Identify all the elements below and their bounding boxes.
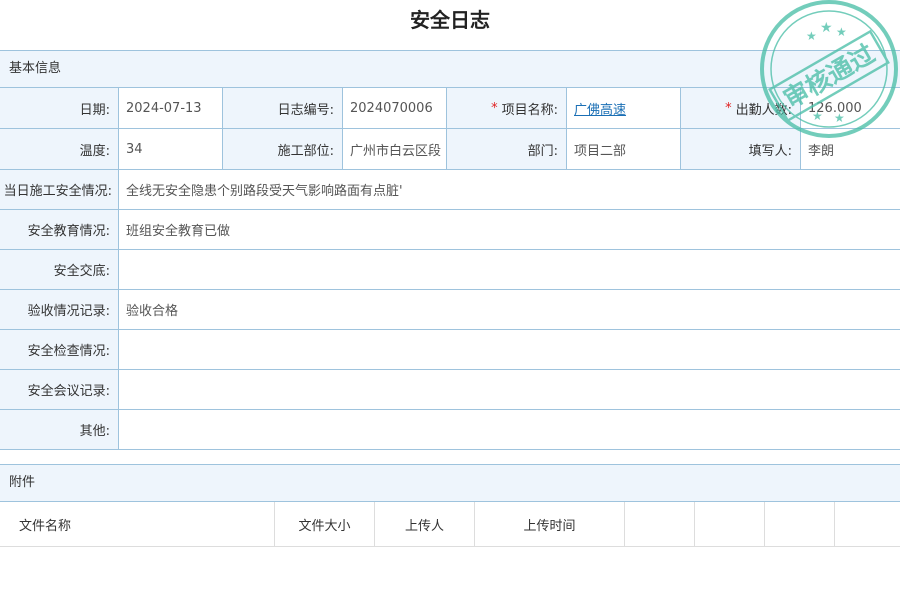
education-label: 安全教育情况:: [0, 210, 119, 249]
acceptance-value[interactable]: 验收合格: [119, 290, 900, 329]
svg-text:★: ★: [836, 25, 847, 39]
form-row-other: 其他:: [0, 410, 900, 450]
situation-label: 当日施工安全情况:: [0, 170, 119, 209]
log-no-label: 日志编号:: [223, 88, 343, 128]
required-mark: *: [491, 100, 498, 116]
column-upload-time[interactable]: 上传时间: [475, 502, 625, 546]
temperature-label: 温度:: [0, 129, 119, 169]
log-no-value[interactable]: 2024070006: [343, 88, 447, 128]
svg-text:★: ★: [820, 20, 833, 36]
date-label: 日期:: [0, 88, 119, 128]
project-value[interactable]: 广佛高速: [567, 88, 681, 128]
date-value[interactable]: 2024-07-13: [119, 88, 223, 128]
svg-text:★: ★: [806, 29, 817, 43]
attachments-header: 附件: [0, 464, 900, 502]
form-row-situation: 当日施工安全情况: 全线无安全隐患个别路段受天气影响路面有点脏': [0, 170, 900, 210]
dept-value[interactable]: 项目二部: [567, 129, 681, 169]
column-file-name[interactable]: 文件名称: [0, 502, 275, 546]
temperature-value[interactable]: 34: [119, 129, 223, 169]
briefing-value[interactable]: [119, 250, 900, 289]
meeting-label: 安全会议记录:: [0, 370, 119, 409]
situation-value[interactable]: 全线无安全隐患个别路段受天气影响路面有点脏': [119, 170, 900, 209]
other-value[interactable]: [119, 410, 900, 449]
form-row-education: 安全教育情况: 班组安全教育已做: [0, 210, 900, 250]
site-value[interactable]: 广州市白云区段: [343, 129, 447, 169]
inspection-value[interactable]: [119, 330, 900, 369]
form-row-briefing: 安全交底:: [0, 250, 900, 290]
column-empty-2: [695, 502, 765, 546]
column-file-size[interactable]: 文件大小: [275, 502, 375, 546]
briefing-label: 安全交底:: [0, 250, 119, 289]
svg-text:★: ★: [834, 111, 845, 125]
inspection-label: 安全检查情况:: [0, 330, 119, 369]
form-row-inspection: 安全检查情况:: [0, 330, 900, 370]
other-label: 其他:: [0, 410, 119, 449]
project-label-text: 项目名称:: [501, 102, 558, 118]
required-mark: *: [725, 100, 732, 116]
column-empty-3: [765, 502, 835, 546]
column-empty-1: [625, 502, 695, 546]
project-link[interactable]: 广佛高速: [574, 99, 626, 118]
project-label: * 项目名称:: [447, 88, 567, 128]
dept-label: 部门:: [447, 129, 567, 169]
site-label: 施工部位:: [223, 129, 343, 169]
form-row-acceptance: 验收情况记录: 验收合格: [0, 290, 900, 330]
column-uploader[interactable]: 上传人: [375, 502, 475, 546]
education-value[interactable]: 班组安全教育已做: [119, 210, 900, 249]
approved-stamp-icon: ★ ★ ★ 审核通过 ★ ★: [760, 0, 898, 138]
attachments-table-header: 文件名称 文件大小 上传人 上传时间: [0, 502, 900, 547]
form-row-meeting: 安全会议记录:: [0, 370, 900, 410]
acceptance-label: 验收情况记录:: [0, 290, 119, 329]
meeting-value[interactable]: [119, 370, 900, 409]
svg-text:★: ★: [812, 109, 823, 123]
